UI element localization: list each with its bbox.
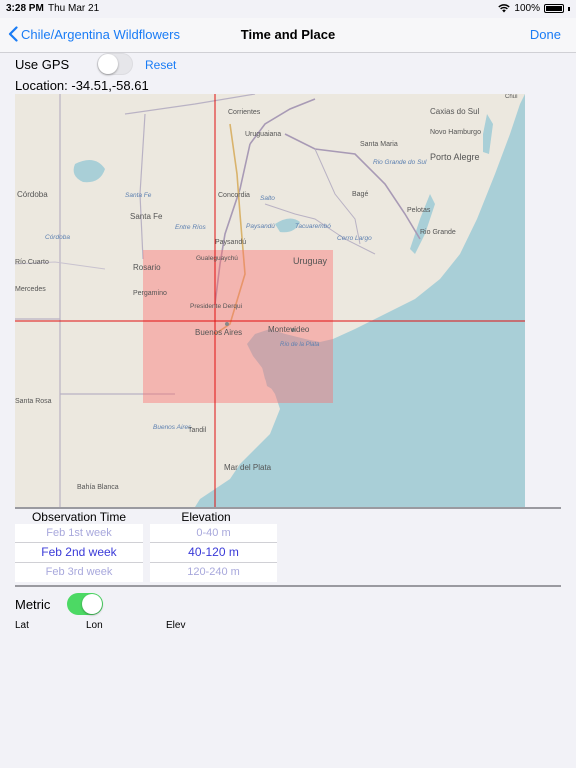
elev-header: Elev bbox=[166, 620, 186, 631]
map-label: Entre Ríos bbox=[175, 224, 206, 231]
lat-header: Lat bbox=[15, 620, 29, 631]
map-label: Concordia bbox=[218, 192, 250, 199]
map-label: Uruguay bbox=[293, 256, 328, 266]
back-button-label: Chile/Argentina Wildflowers bbox=[21, 26, 180, 42]
status-time: 3:28 PM bbox=[6, 3, 44, 14]
map-label: Bagé bbox=[352, 191, 368, 198]
map-label: Paysandú bbox=[215, 239, 246, 246]
lon-header: Lon bbox=[86, 620, 103, 631]
map-label: Santa Fe bbox=[125, 192, 152, 199]
map-label: Montevideo bbox=[268, 325, 310, 334]
map-label: Córdoba bbox=[17, 190, 48, 199]
map-view[interactable]: Corrientes Uruguaiana Santa Maria Caxias… bbox=[15, 94, 525, 507]
map-label: Buenos Aires bbox=[153, 424, 192, 431]
picker-option[interactable]: 0-40 m bbox=[150, 524, 277, 542]
done-button[interactable]: Done bbox=[530, 27, 561, 42]
navigation-bar: Chile/Argentina Wildflowers Time and Pla… bbox=[0, 18, 576, 53]
use-gps-toggle[interactable] bbox=[97, 53, 133, 75]
map-label: Rosario bbox=[133, 263, 161, 272]
map-label: Pergamino bbox=[133, 290, 167, 297]
status-right: 100% bbox=[498, 3, 570, 14]
map-label: Uruguaiana bbox=[245, 131, 281, 138]
picker-option[interactable]: Feb 3rd week bbox=[15, 563, 143, 581]
metric-label: Metric bbox=[15, 597, 51, 612]
divider bbox=[15, 507, 561, 509]
map-label: Río de la Plata bbox=[280, 342, 320, 348]
map-label: Paysandú bbox=[246, 223, 275, 230]
map-label: Tacuarembó bbox=[295, 223, 331, 230]
chevron-left-icon bbox=[8, 26, 18, 42]
map-label: Novo Hamburgo bbox=[430, 129, 481, 136]
map-label: Chuí bbox=[505, 94, 518, 100]
toggle-knob bbox=[82, 594, 102, 614]
picker-option-selected[interactable]: 40-120 m bbox=[150, 542, 277, 563]
wifi-icon bbox=[498, 4, 511, 13]
reset-button[interactable]: Reset bbox=[145, 58, 176, 72]
map-label: Salto bbox=[260, 195, 275, 202]
map-label: Rio Grande do Sul bbox=[373, 159, 427, 166]
toggle-knob bbox=[98, 54, 118, 74]
map-canvas: Corrientes Uruguaiana Santa Maria Caxias… bbox=[15, 94, 525, 507]
picker-option[interactable]: Feb 1st week bbox=[15, 524, 143, 542]
elevation-picker[interactable]: 0-40 m 40-120 m 120-240 m bbox=[150, 524, 277, 582]
map-label: Gualeguaychú bbox=[196, 255, 238, 262]
use-gps-label: Use GPS bbox=[15, 57, 70, 72]
map-label: Río Cuarto bbox=[15, 259, 49, 266]
map-label: Rio Grande bbox=[420, 229, 456, 236]
map-label: Pelotas bbox=[407, 207, 431, 214]
status-date: Thu Mar 21 bbox=[48, 3, 100, 14]
location-readout: Location: -34.51,-58.61 bbox=[15, 78, 149, 93]
map-label: Santa Maria bbox=[360, 141, 398, 148]
battery-cap bbox=[568, 6, 570, 11]
map-label: Caxias do Sul bbox=[430, 107, 480, 116]
map-label: Tandil bbox=[188, 427, 207, 434]
map-label: Presidente Derqui bbox=[190, 303, 242, 310]
elevation-header: Elevation bbox=[181, 510, 231, 524]
battery-percent: 100% bbox=[514, 3, 540, 14]
observation-time-header: Observation Time bbox=[31, 510, 127, 524]
status-bar: 3:28 PM Thu Mar 21 100% bbox=[0, 0, 576, 18]
map-label: Cerro Largo bbox=[337, 235, 372, 242]
map-label: Santa Rosa bbox=[15, 398, 52, 405]
battery-icon bbox=[544, 4, 564, 13]
divider bbox=[15, 585, 561, 587]
map-label: Santa Fe bbox=[130, 212, 163, 221]
map-label: Buenos Aires bbox=[195, 328, 242, 337]
picker-option-selected[interactable]: Feb 2nd week bbox=[15, 542, 143, 563]
map-label: Córdoba bbox=[45, 234, 70, 241]
observation-time-picker[interactable]: Feb 1st week Feb 2nd week Feb 3rd week bbox=[15, 524, 143, 582]
map-label: Bahía Blanca bbox=[77, 484, 119, 491]
map-label: Mar del Plata bbox=[224, 463, 272, 472]
map-label: Mercedes bbox=[15, 286, 46, 293]
map-label: Corrientes bbox=[228, 109, 261, 116]
picker-option[interactable]: 120-240 m bbox=[150, 563, 277, 581]
metric-toggle[interactable] bbox=[67, 593, 103, 615]
map-label: Porto Alegre bbox=[430, 152, 480, 162]
back-button[interactable]: Chile/Argentina Wildflowers bbox=[8, 26, 180, 42]
